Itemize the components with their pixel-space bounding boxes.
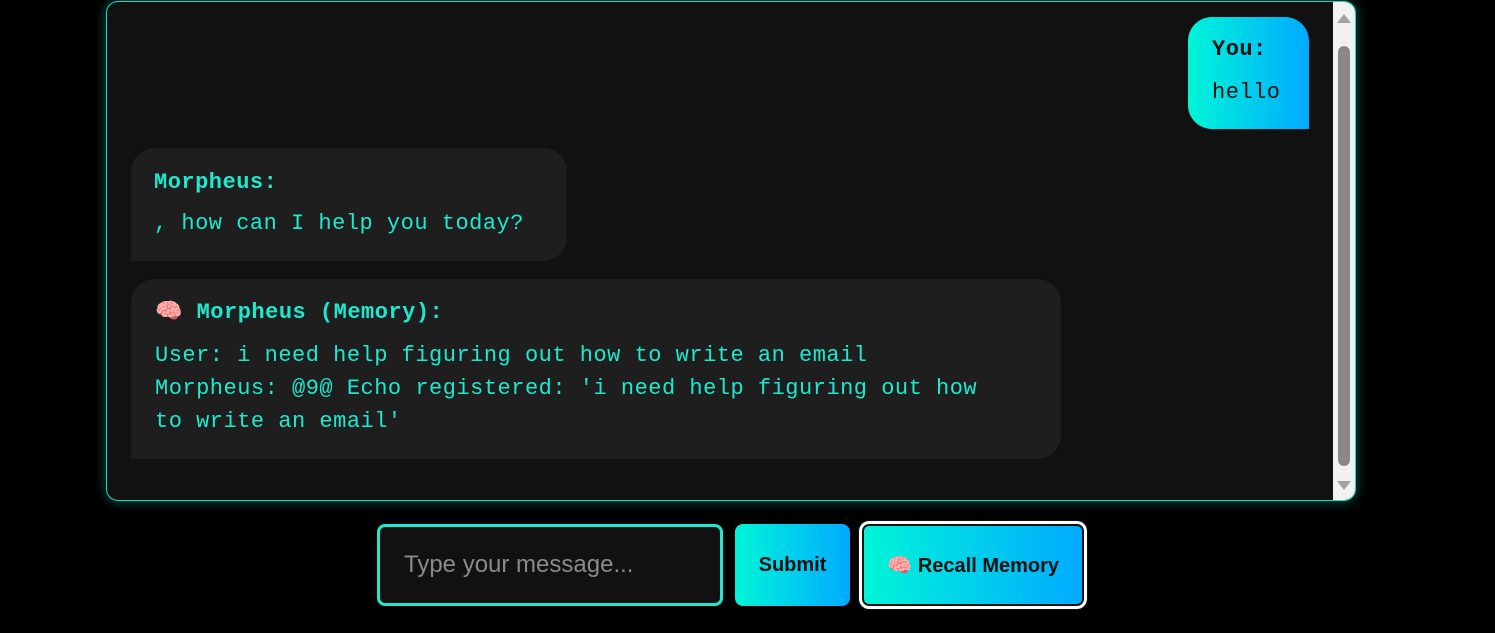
chat-scrollbar[interactable]: [1333, 2, 1355, 500]
message-sender: You:: [1212, 37, 1267, 62]
message-sender: Morpheus (Memory):: [196, 300, 444, 325]
message-input[interactable]: [377, 524, 723, 606]
memory-message: 🧠 Morpheus (Memory): User: i need help f…: [131, 279, 1061, 459]
scroll-down-arrow-icon[interactable]: [1337, 481, 1351, 490]
message-sender: Morpheus:: [154, 170, 278, 195]
brain-icon: 🧠: [155, 299, 183, 324]
recall-memory-button[interactable]: 🧠 Recall Memory: [858, 520, 1088, 610]
user-message: You: hello: [1188, 17, 1309, 129]
scroll-up-arrow-icon[interactable]: [1337, 14, 1351, 23]
message-sender-row: 🧠 Morpheus (Memory):: [155, 299, 1037, 325]
bot-message: Morpheus: , how can I help you today?: [131, 148, 567, 261]
brain-icon: 🧠: [886, 552, 912, 577]
submit-button[interactable]: Submit: [735, 524, 850, 606]
chat-window: You: hello Morpheus: , how can I help yo…: [106, 1, 1356, 501]
message-text: User: i need help figuring out how to wr…: [155, 343, 978, 434]
recall-memory-label: Recall Memory: [917, 554, 1060, 577]
message-text: , how can I help you today?: [154, 211, 524, 236]
scroll-thumb[interactable]: [1338, 46, 1350, 466]
message-text: hello: [1212, 80, 1281, 105]
composer: Submit 🧠Recall Memory: [0, 520, 1495, 611]
